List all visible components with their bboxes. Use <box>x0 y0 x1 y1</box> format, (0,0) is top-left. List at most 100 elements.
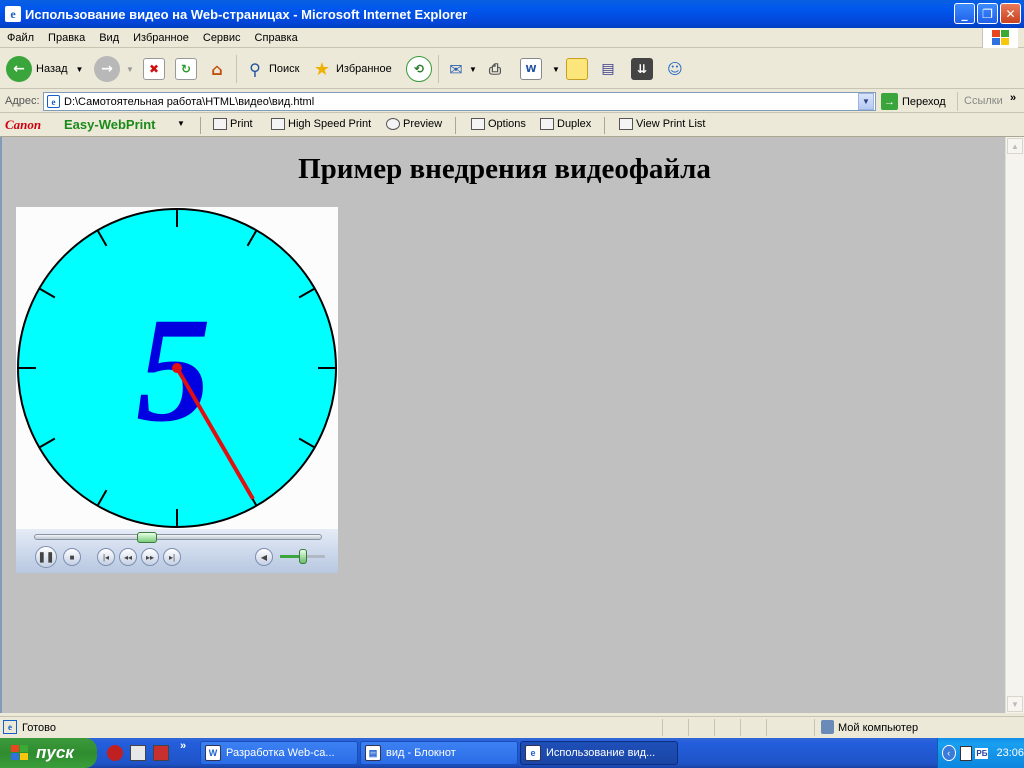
canon-options-label: Options <box>488 118 526 130</box>
canon-duplex-button[interactable]: Duplex <box>540 118 591 130</box>
page-icon: e <box>47 95 60 108</box>
language-indicator[interactable]: РБ <box>975 747 989 759</box>
volume-slider[interactable] <box>280 549 325 564</box>
address-bar: Адрес: e D:\Самотоятельная работа\HTML\в… <box>0 90 1024 113</box>
back-arrow-icon: ← <box>6 56 32 82</box>
history-icon: ⟲ <box>406 56 432 82</box>
canon-view-print-list-button[interactable]: View Print List <box>619 118 706 130</box>
menu-view[interactable]: Вид <box>92 32 126 44</box>
previous-button[interactable]: |◂ <box>97 548 115 566</box>
status-divider <box>662 719 663 736</box>
favorites-label: Избранное <box>336 63 392 75</box>
minimize-button[interactable]: _ <box>954 3 975 24</box>
clock-time: 23:06 <box>996 747 1024 759</box>
pause-icon: ❚❚ <box>37 551 55 563</box>
note-icon <box>566 58 588 80</box>
chevron-down-icon[interactable]: ▼ <box>177 119 185 128</box>
clock-hand-pivot <box>172 363 182 373</box>
opera-quicklaunch-icon[interactable] <box>107 745 123 761</box>
favorites-button[interactable]: ★ Избранное <box>311 55 392 83</box>
stop-playback-button[interactable]: ■ <box>63 548 81 566</box>
task-label: Разработка Web-са... <box>226 747 335 759</box>
seek-bar[interactable] <box>34 532 322 543</box>
seek-thumb[interactable] <box>137 532 158 543</box>
messenger-button[interactable]: ☺ <box>664 55 686 83</box>
volume-thumb[interactable] <box>298 549 307 564</box>
windows-flag-icon <box>11 745 28 760</box>
printer-icon <box>271 118 285 130</box>
close-button[interactable]: ✕ <box>1000 3 1021 24</box>
player-controls: ❚❚ ■ |◂ ◂◂ ▸▸ ▸| ◀ <box>16 529 338 573</box>
search-button[interactable]: ⚲ Поиск <box>244 55 299 83</box>
chevron-right-icon[interactable]: » <box>1010 92 1016 104</box>
back-button[interactable]: ← Назад ▼ <box>6 55 83 83</box>
quicklaunch-icon[interactable] <box>153 745 169 761</box>
research-icon: ▤ <box>601 61 615 77</box>
canon-high-speed-label: High Speed Print <box>288 118 372 130</box>
mute-button[interactable]: ◀ <box>255 548 273 566</box>
messenger-icon: ☺ <box>667 60 683 78</box>
canon-high-speed-print-button[interactable]: High Speed Print <box>271 118 371 130</box>
status-text: Готово <box>22 722 56 734</box>
fast-forward-icon: ▸▸ <box>145 552 155 562</box>
video-player[interactable]: 5 ❚❚ ■ |◂ ◂◂ ▸▸ ▸| ◀ <box>16 207 338 573</box>
scroll-up-button[interactable]: ▲ <box>1007 138 1023 154</box>
vertical-scrollbar[interactable]: ▲ ▼ <box>1005 137 1024 713</box>
chevron-right-icon[interactable]: » <box>180 740 186 752</box>
addon-icon: ⇊ <box>631 58 653 80</box>
go-button[interactable]: → Переход <box>881 93 946 110</box>
address-dropdown-button[interactable]: ▼ <box>858 93 874 110</box>
menu-tools[interactable]: Сервис <box>196 32 248 44</box>
next-button[interactable]: ▸| <box>163 548 181 566</box>
taskbar: пуск » W Разработка Web-са... ▤ вид - Бл… <box>0 738 1024 768</box>
page-status-icon: e <box>3 720 17 734</box>
rewind-button[interactable]: ◂◂ <box>119 548 137 566</box>
task-button-active[interactable]: e Использование вид... <box>520 741 678 765</box>
page-viewport: Пример внедрения видеофайла 5 ❚❚ ■ |◂ ◂◂… <box>0 137 1005 713</box>
messenger-addon-button[interactable]: ⇊ <box>631 55 653 83</box>
menu-bar: Файл Правка Вид Избранное Сервис Справка <box>0 28 1024 48</box>
history-button[interactable]: ⟲ <box>406 55 432 83</box>
discuss-button[interactable] <box>566 55 588 83</box>
tray-expand-icon[interactable]: ‹ <box>942 745 956 761</box>
address-separator <box>957 92 958 111</box>
links-button[interactable]: Ссылки <box>964 95 1003 107</box>
list-icon <box>619 118 633 130</box>
canon-preview-button[interactable]: Preview <box>386 118 442 130</box>
print-button[interactable]: ⎙ <box>484 55 506 83</box>
printer-icon <box>213 118 227 130</box>
forward-button[interactable]: → ▼ <box>94 55 134 83</box>
scroll-down-button[interactable]: ▼ <box>1007 696 1023 712</box>
stop-button[interactable]: ✖ <box>143 55 165 83</box>
search-label: Поиск <box>269 63 300 75</box>
fast-forward-button[interactable]: ▸▸ <box>141 548 159 566</box>
task-label: вид - Блокнот <box>386 747 456 759</box>
canon-options-button[interactable]: Options <box>471 118 526 130</box>
refresh-button[interactable]: ↻ <box>175 55 197 83</box>
home-button[interactable]: ⌂ <box>206 55 228 83</box>
mail-button[interactable]: ✉ ▼ <box>445 55 477 83</box>
restore-button[interactable]: ❐ <box>977 3 998 24</box>
quicklaunch-icon[interactable] <box>130 745 146 761</box>
task-button[interactable]: W Разработка Web-са... <box>200 741 358 765</box>
start-button[interactable]: пуск <box>0 738 97 768</box>
task-button[interactable]: ▤ вид - Блокнот <box>360 741 518 765</box>
start-label: пуск <box>36 743 74 762</box>
tray-app-icon[interactable] <box>959 745 973 761</box>
edit-button[interactable]: W ▼ <box>520 55 560 83</box>
easy-webprint-menu[interactable]: Easy-WebPrint <box>64 117 156 132</box>
forward-arrow-icon: → <box>94 56 120 82</box>
menu-file[interactable]: Файл <box>0 32 41 44</box>
canon-print-button[interactable]: Print <box>213 118 253 130</box>
research-button[interactable]: ▤ <box>597 55 619 83</box>
menu-edit[interactable]: Правка <box>41 32 92 44</box>
stop-square-icon: ■ <box>69 552 75 562</box>
notepad-icon: ▤ <box>365 745 381 761</box>
menu-favorites[interactable]: Избранное <box>126 32 196 44</box>
pause-button[interactable]: ❚❚ <box>35 546 57 568</box>
address-input[interactable]: e D:\Самотоятельная работа\HTML\видео\ви… <box>43 92 876 111</box>
menu-help[interactable]: Справка <box>248 32 305 44</box>
canon-preview-label: Preview <box>403 118 443 130</box>
printer-icon: ⎙ <box>488 60 501 78</box>
speaker-icon: ◀ <box>260 552 268 562</box>
